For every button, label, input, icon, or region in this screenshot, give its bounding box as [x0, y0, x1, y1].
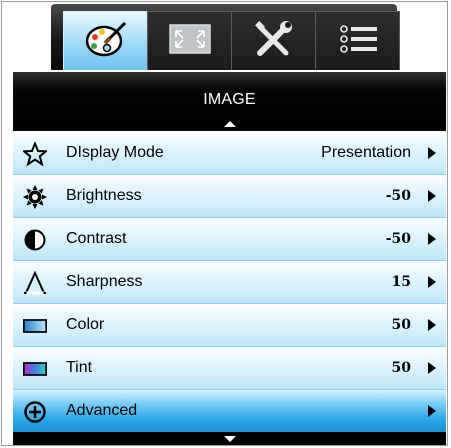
menu-header: IMAGE [13, 72, 446, 131]
menu-item-label: DIsplay Mode [66, 144, 164, 161]
chevron-right-icon[interactable] [428, 147, 436, 159]
tint-swatch-icon [23, 357, 47, 381]
screen-expand-icon [168, 23, 212, 60]
plus-circle-icon [23, 400, 47, 424]
tab-setup[interactable] [231, 11, 316, 70]
menu-item-sharpness[interactable]: Sharpness 15 [13, 261, 446, 304]
menu-item-value: 50 [391, 360, 411, 376]
tab-image[interactable] [63, 11, 148, 70]
osd-menu-frame: IMAGE DIsplay Mode Presentation Brightne… [1, 1, 448, 446]
chevron-right-icon[interactable] [428, 319, 436, 331]
menu-item-brightness[interactable]: Brightness -50 [13, 175, 446, 218]
menu-item-color[interactable]: Color 50 [13, 304, 446, 347]
menu-item-value: Presentation [321, 144, 411, 161]
chevron-right-icon[interactable] [428, 405, 436, 417]
menu-tab-bar [51, 4, 400, 70]
chevron-right-icon[interactable] [428, 233, 436, 245]
contrast-icon [23, 228, 47, 252]
menu-item-value: 15 [391, 274, 411, 290]
menu-item-label: Brightness [66, 187, 142, 204]
star-icon [23, 142, 47, 166]
page-title: IMAGE [203, 91, 256, 108]
menu-item-label: Advanced [66, 402, 138, 419]
menu-item-display-mode[interactable]: DIsplay Mode Presentation [13, 132, 446, 175]
menu-item-advanced[interactable]: Advanced [13, 390, 446, 433]
list-icon [336, 21, 380, 62]
menu-item-label: Sharpness [66, 273, 143, 290]
chevron-right-icon[interactable] [428, 362, 436, 374]
palette-icon [83, 19, 129, 64]
menu-item-label: Tint [66, 359, 93, 376]
tools-icon [252, 19, 296, 64]
sun-icon [23, 185, 47, 209]
tab-options[interactable] [315, 11, 400, 70]
tab-display[interactable] [147, 11, 232, 70]
menu-item-tint[interactable]: Tint 50 [13, 347, 446, 390]
menu-item-label: Contrast [66, 230, 127, 247]
scroll-up-icon[interactable] [224, 121, 236, 127]
scroll-down-icon[interactable] [224, 436, 236, 442]
chevron-right-icon[interactable] [428, 190, 436, 202]
menu-footer [13, 432, 446, 445]
chevron-right-icon[interactable] [428, 276, 436, 288]
sharpness-icon [23, 271, 47, 295]
menu-item-contrast[interactable]: Contrast -50 [13, 218, 446, 261]
color-swatch-icon [23, 314, 47, 338]
menu-item-value: -50 [385, 188, 411, 204]
menu-item-label: Color [66, 316, 105, 333]
menu-item-value: 50 [391, 317, 411, 333]
menu-item-value: -50 [385, 231, 411, 247]
